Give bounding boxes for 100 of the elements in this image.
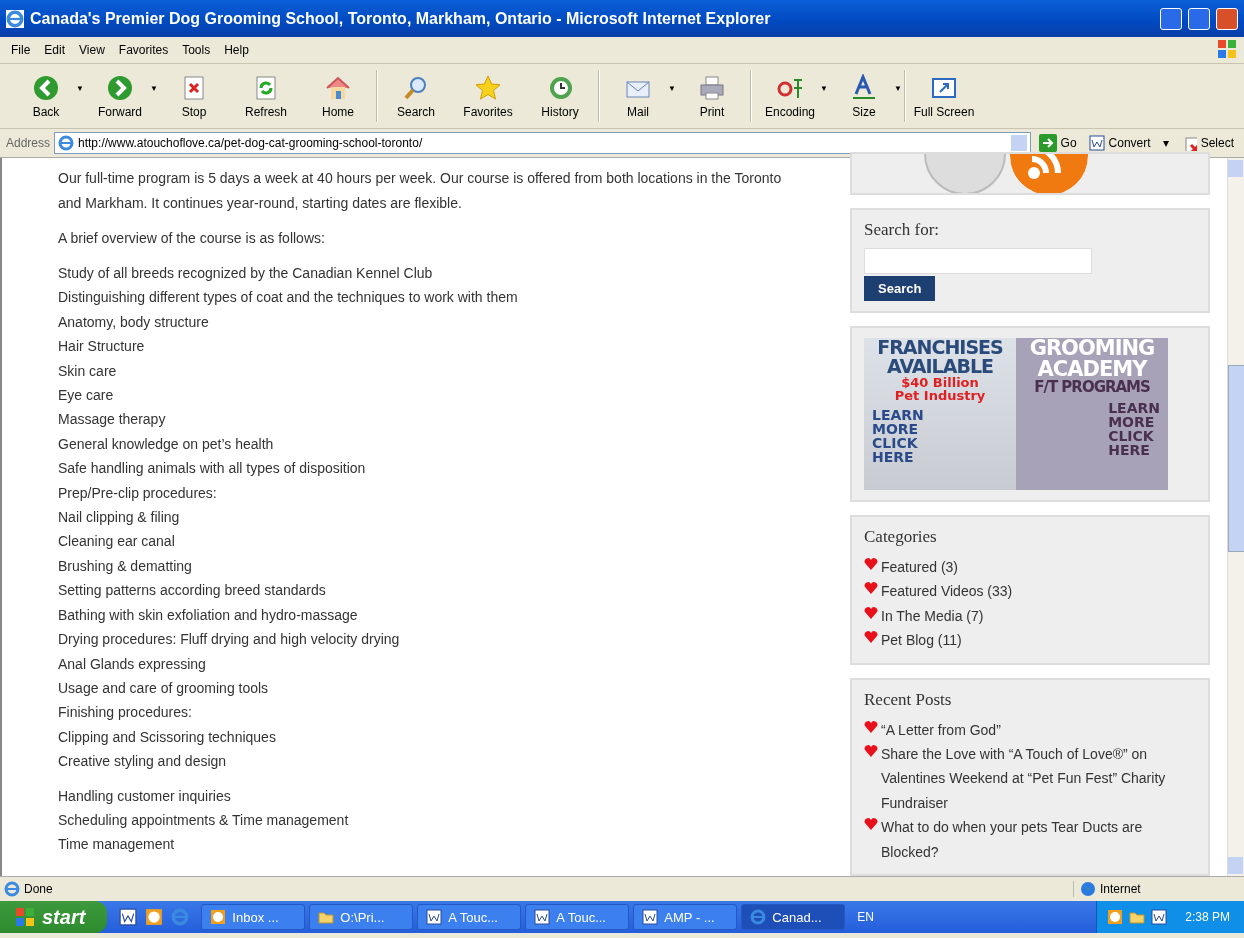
ie-icon xyxy=(4,881,20,897)
heart-icon xyxy=(864,605,878,620)
address-label: Address xyxy=(6,136,51,150)
post-link[interactable]: Share the Love with “A Touch of Love®” on Valentines Weekend at “Pet Fun Fest” Charity Fundraiser xyxy=(881,741,1196,816)
course-topic: Setting patterns according breed standards xyxy=(58,581,327,601)
zone-text: Internet xyxy=(1100,882,1141,896)
word-icon xyxy=(1088,135,1105,151)
course-topic: Cleaning ear canal xyxy=(58,532,176,552)
ad-text: LEARN xyxy=(872,407,924,422)
course-topic: Drying procedures: Fluff drying and high velocity drying xyxy=(58,630,401,650)
taskbar-button[interactable]: O:\Pri... xyxy=(309,904,414,930)
menu-item[interactable]: View xyxy=(72,41,112,59)
course-topic: Time management xyxy=(58,835,176,855)
category-link[interactable]: In The Media (7) xyxy=(881,603,984,629)
taskbar-button[interactable]: Inbox ... xyxy=(201,904,306,930)
course-topic: Distinguishing different types of coat and the techniques to work with them xyxy=(58,288,519,308)
scrollbar[interactable] xyxy=(1227,158,1244,876)
ie-icon xyxy=(171,908,190,926)
language-indicator[interactable]: EN xyxy=(857,910,875,924)
heart-icon xyxy=(864,581,878,596)
minimize-button[interactable] xyxy=(1160,7,1182,30)
star-icon xyxy=(474,73,502,102)
course-topic: Safe handling animals with all types of disposition xyxy=(58,459,367,479)
go-button[interactable]: Go xyxy=(1034,134,1081,152)
menu-item[interactable]: Tools xyxy=(175,41,218,59)
clock-icon xyxy=(145,908,164,926)
heart-icon xyxy=(864,743,878,758)
clock-icon xyxy=(1107,909,1124,925)
dropdown-arrow[interactable]: ▼ xyxy=(150,84,158,93)
course-topic: Clipping and Scissoring techniques xyxy=(58,727,277,747)
restore-button[interactable] xyxy=(1188,7,1210,30)
convert-button[interactable]: Convert xyxy=(1084,135,1155,151)
dropdown-icon xyxy=(1010,135,1027,151)
course-topic: Hair Structure xyxy=(58,337,146,357)
ad-headline: ACADEMY xyxy=(1037,358,1147,380)
toolbar-button[interactable]: Print xyxy=(676,73,748,119)
ad-text: $40 Billion xyxy=(901,375,979,389)
status-text: Done xyxy=(24,882,54,896)
browser-icon xyxy=(6,9,24,28)
toolbar-button[interactable]: Refresh xyxy=(230,73,302,119)
course-topic: Bathing with skin exfoliation and hydro-massage xyxy=(58,605,359,625)
ad-text: Pet Industry xyxy=(894,388,986,402)
category-link[interactable]: Featured (3) xyxy=(881,554,959,580)
select-button[interactable]: Select xyxy=(1176,135,1238,151)
print-icon xyxy=(698,73,726,102)
taskbar-button[interactable]: A Touc... xyxy=(525,904,630,930)
course-topic: Prep/Pre-clip procedures: xyxy=(58,483,218,503)
course-topic: Nail clipping & filing xyxy=(58,508,181,528)
category-link[interactable]: Featured Videos (33) xyxy=(881,579,1013,604)
menu-item[interactable]: Edit xyxy=(37,41,73,59)
word-icon xyxy=(642,909,659,925)
ad-text: MORE xyxy=(872,421,920,436)
toolbar-button[interactable]: Full Screen xyxy=(908,73,980,119)
menu-item[interactable]: Favorites xyxy=(111,41,176,59)
globe-icon xyxy=(1080,881,1096,897)
start-button[interactable]: start xyxy=(0,901,108,933)
dropdown-arrow[interactable]: ▼ xyxy=(668,84,676,93)
toolbar-button[interactable]: Favorites xyxy=(452,73,524,119)
forward-icon xyxy=(106,73,134,102)
word-icon xyxy=(426,909,443,925)
search-field[interactable] xyxy=(864,247,1092,274)
post-link[interactable]: What to do when your pets Tear Ducts are Blocked? xyxy=(881,815,1196,864)
toolbar-button[interactable]: Stop xyxy=(158,73,230,119)
ad-text: HERE xyxy=(872,449,915,464)
windows-logo-icon xyxy=(14,907,36,927)
clock-icon xyxy=(210,909,227,925)
category-link[interactable]: Pet Blog (11) xyxy=(881,628,962,653)
categories-heading: Categories xyxy=(864,526,938,547)
dropdown-arrow[interactable]: ▼ xyxy=(820,84,828,93)
dropdown-arrow[interactable]: ▼ xyxy=(76,84,84,93)
overview-text: A brief overview of the course is as follows: xyxy=(58,229,326,248)
ad-text: MORE xyxy=(1108,414,1156,429)
toolbar-button[interactable]: History xyxy=(524,73,596,119)
toolbar-button[interactable]: Search xyxy=(380,73,452,119)
heart-icon xyxy=(864,719,878,734)
taskbar-button[interactable]: Canad... xyxy=(741,904,846,930)
ie-icon xyxy=(750,909,767,925)
dropdown-arrow[interactable]: ▼ xyxy=(894,84,902,93)
toolbar-button[interactable]: Home xyxy=(302,73,374,119)
menu-item[interactable]: Help xyxy=(217,41,256,59)
post-link[interactable]: “A Letter from God” xyxy=(881,717,1001,742)
taskbar-button[interactable]: A Touc... xyxy=(417,904,522,930)
intro-paragraph: Our full-time program is 5 days a week at 40 hours per week. Our course is offered from both locations in the Toronto and Markham. It continues year-round, starting dates are flexible. xyxy=(58,169,783,213)
taskbar-button[interactable]: AMP - ... xyxy=(633,904,738,930)
folder-icon xyxy=(1129,909,1146,925)
ad-text: F/T PROGRAMS xyxy=(1034,379,1150,395)
address-field[interactable]: http://www.atouchoflove.ca/pet-dog-cat-grooming-school-toronto/ xyxy=(54,132,1031,154)
recent-posts-heading: Recent Posts xyxy=(864,689,953,710)
search-button[interactable]: Search xyxy=(864,275,936,301)
windows-logo-icon xyxy=(1216,39,1238,59)
size-icon xyxy=(850,73,878,102)
course-topic: General knowledge on pet’s health xyxy=(58,434,275,454)
ad-text: HERE xyxy=(1108,442,1151,457)
dropdown-arrow[interactable]: ▾ xyxy=(1158,136,1173,150)
ad-text: CLICK xyxy=(1108,428,1155,443)
course-topic: Usage and care of grooming tools xyxy=(58,678,270,698)
course-topic: Study of all breeds recognized by the Canadian Kennel Club xyxy=(58,264,434,283)
ad-headline: AVAILABLE xyxy=(887,356,993,376)
close-button[interactable] xyxy=(1216,7,1238,30)
menu-item[interactable]: File xyxy=(4,41,38,59)
